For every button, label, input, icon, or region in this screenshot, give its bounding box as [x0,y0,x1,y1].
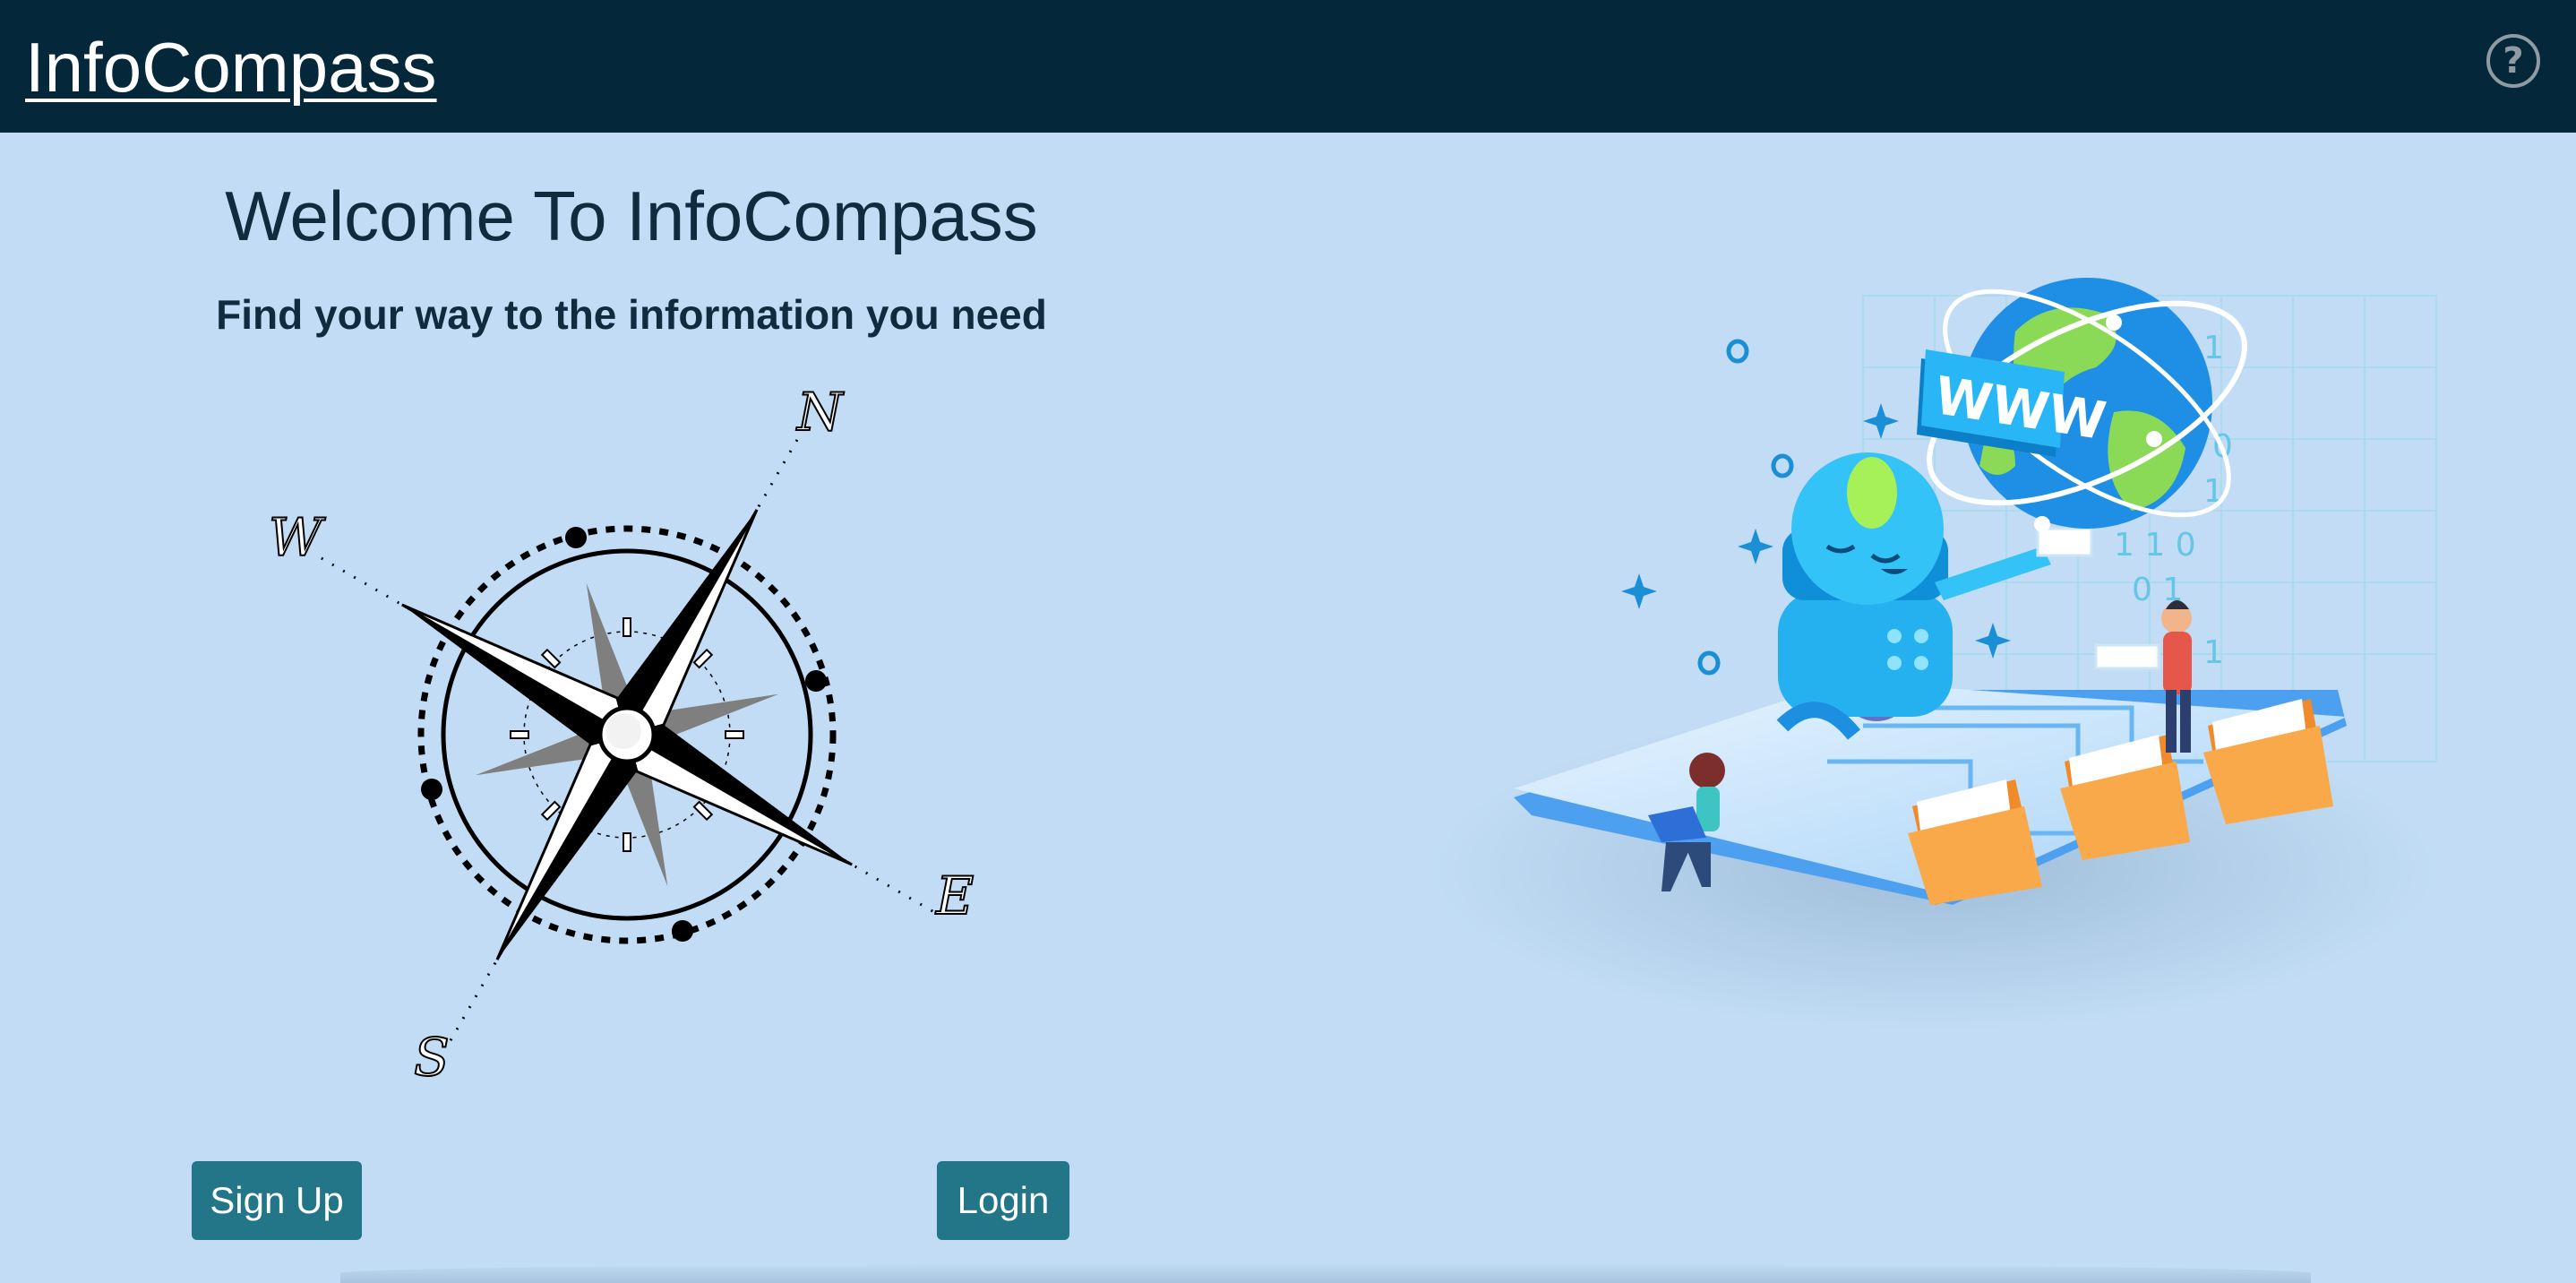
compass-label-w: W [269,507,326,568]
top-navbar: InfoCompass ? [0,0,2576,133]
bottom-shadow [340,1263,2311,1283]
compass-label-n: N [795,382,845,443]
help-icon[interactable]: ? [2486,34,2540,88]
login-button[interactable]: Login [937,1161,1069,1240]
binary-5: 1 1 0 [2114,527,2196,564]
binary-7: 1 [2203,634,2224,671]
help-glyph: ? [2503,40,2524,82]
compass-label-s: S [414,1027,450,1088]
compass-rose-icon: N E S W [268,381,975,1089]
compass-label-e: E [935,865,974,926]
page-title: Welcome To InfoCompass [225,177,1038,255]
robot-globe-illustration: 1 0 1 1 1 1 0 0 1 1 [1433,278,2437,1030]
brand-link[interactable]: InfoCompass [25,27,437,108]
sign-up-button[interactable]: Sign Up [192,1161,362,1240]
binary-1: 1 [2203,330,2224,366]
page-subtitle: Find your way to the information you nee… [216,291,1047,338]
